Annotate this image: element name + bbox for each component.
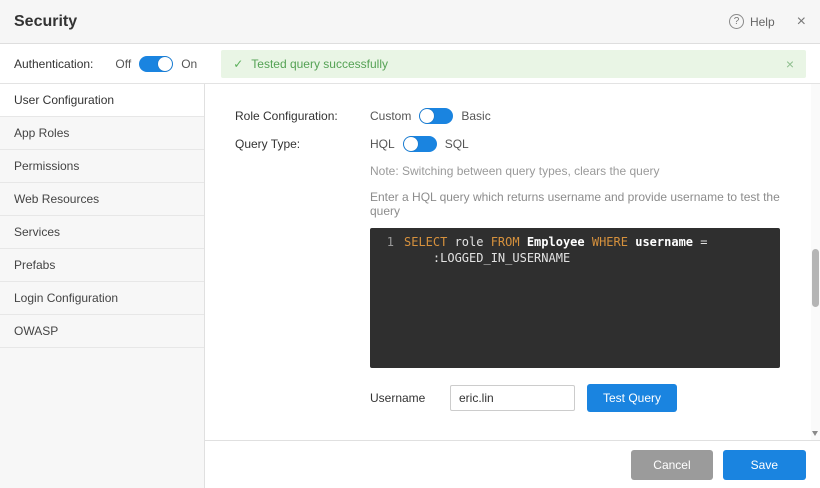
header-actions: ? Help × (729, 14, 806, 30)
query-type-row: Query Type: HQL SQL (235, 136, 780, 152)
sidebar-item-permissions[interactable]: Permissions (0, 150, 204, 183)
help-label[interactable]: Help (750, 15, 775, 29)
auth-off-label: Off (115, 57, 131, 71)
sidebar: User Configuration App Roles Permissions… (0, 84, 205, 488)
save-button[interactable]: Save (723, 450, 806, 480)
body: User Configuration App Roles Permissions… (0, 84, 820, 488)
toggle-knob (158, 57, 172, 71)
sidebar-item-services[interactable]: Services (0, 216, 204, 249)
banner-close-icon[interactable]: × (786, 57, 794, 71)
role-basic-label: Basic (461, 109, 490, 123)
check-icon: ✓ (233, 57, 243, 71)
query-code-editor[interactable]: 1SELECT role FROM Employee WHERE usernam… (370, 228, 780, 368)
header: Security ? Help × (0, 0, 820, 44)
sidebar-item-prefabs[interactable]: Prefabs (0, 249, 204, 282)
toggle-knob (404, 137, 418, 151)
username-label: Username (370, 391, 450, 405)
username-row: Username Test Query (370, 384, 780, 412)
query-sql-label: SQL (445, 137, 469, 151)
role-custom-label: Custom (370, 109, 411, 123)
sidebar-item-owasp[interactable]: OWASP (0, 315, 204, 348)
scrollbar-thumb[interactable] (812, 249, 819, 307)
role-configuration-toggle[interactable] (419, 108, 453, 124)
authentication-toggle[interactable] (139, 56, 173, 72)
username-input[interactable] (450, 385, 575, 411)
security-dialog: Security ? Help × Authentication: Off On… (0, 0, 820, 488)
query-hql-label: HQL (370, 137, 395, 151)
scrollbar-track[interactable] (811, 84, 820, 440)
query-type-label: Query Type: (235, 137, 370, 151)
sidebar-item-login-configuration[interactable]: Login Configuration (0, 282, 204, 315)
close-icon[interactable]: × (797, 14, 806, 30)
sidebar-item-app-roles[interactable]: App Roles (0, 117, 204, 150)
success-banner: ✓ Tested query successfully × (221, 50, 806, 78)
sidebar-item-web-resources[interactable]: Web Resources (0, 183, 204, 216)
auth-on-label: On (181, 57, 197, 71)
sidebar-item-user-configuration[interactable]: User Configuration (0, 84, 204, 117)
authentication-label: Authentication: (14, 57, 93, 71)
query-instruction: Enter a HQL query which returns username… (370, 190, 780, 218)
page-title: Security (14, 13, 77, 31)
query-type-toggle[interactable] (403, 136, 437, 152)
scrollbar-down-arrow-icon[interactable] (812, 431, 818, 436)
help-icon[interactable]: ? (729, 14, 744, 29)
authentication-row: Authentication: Off On ✓ Tested query su… (0, 44, 820, 84)
footer: Cancel Save (205, 440, 820, 488)
test-query-button[interactable]: Test Query (587, 384, 677, 412)
cancel-button[interactable]: Cancel (631, 450, 712, 480)
query-type-note: Note: Switching between query types, cle… (370, 164, 780, 178)
role-configuration-row: Role Configuration: Custom Basic (235, 108, 780, 124)
banner-message: Tested query successfully (251, 57, 388, 71)
role-configuration-label: Role Configuration: (235, 109, 370, 123)
main-content: Role Configuration: Custom Basic Query T… (205, 84, 820, 488)
toggle-knob (420, 109, 434, 123)
